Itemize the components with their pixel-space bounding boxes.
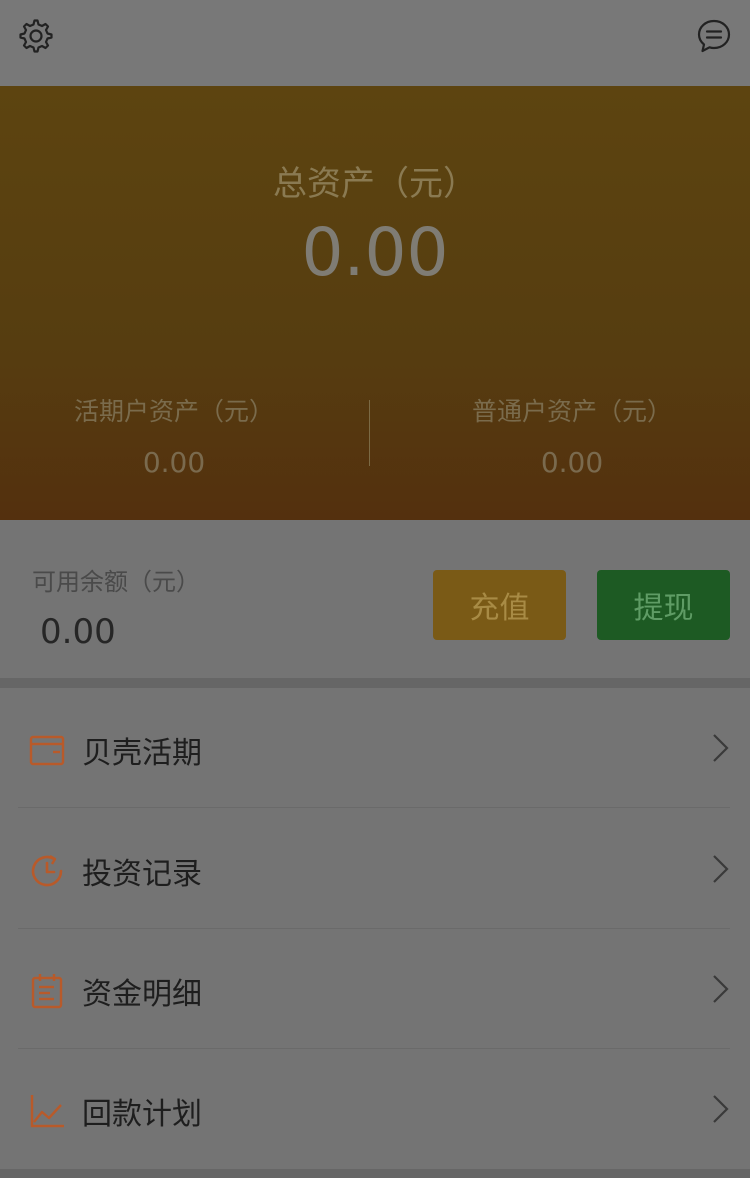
current-account-label: 活期户资产（元）: [73, 397, 274, 426]
available-balance-label: 可用余额（元）: [32, 568, 200, 596]
available-balance-section: 可用余额（元） 0.00 充值 提现: [0, 520, 750, 678]
chevron-right-icon: [713, 975, 729, 1003]
bottom-gap: [0, 1169, 750, 1178]
chevron-right-icon: [713, 1095, 729, 1123]
menu-item-label: 贝壳活期: [82, 736, 202, 771]
top-bar: [0, 0, 750, 86]
clock-refresh-icon: [31, 854, 63, 887]
gear-icon: [19, 19, 53, 53]
total-assets-value: 0.00: [301, 214, 449, 291]
total-assets-label: 总资产（元）: [273, 164, 477, 204]
message-button[interactable]: [694, 16, 734, 56]
regular-account-value: 0.00: [540, 446, 604, 479]
line-chart-icon: [30, 1095, 64, 1128]
settings-button[interactable]: [16, 16, 56, 56]
chevron-right-icon: [713, 855, 729, 883]
available-balance-value: 0.00: [40, 612, 116, 652]
menu-item-label: 投资记录: [82, 857, 202, 892]
wallet-icon: [29, 735, 65, 766]
current-account-value: 0.00: [142, 446, 206, 479]
menu-item-label: 回款计划: [82, 1097, 202, 1132]
regular-account-label: 普通户资产（元）: [471, 397, 672, 426]
regular-account-assets: 普通户资产（元） 0.00: [422, 392, 722, 479]
menu-list: 贝壳活期 投资记录 资金明细 回款计划: [0, 688, 750, 1169]
asset-summary-panel: 总资产（元） 0.00 活期户资产（元） 0.00 普通户资产（元） 0.00: [0, 86, 750, 520]
menu-item-repayment-plan[interactable]: 回款计划: [0, 1049, 750, 1169]
section-gap: [0, 678, 750, 688]
menu-item-label: 资金明细: [82, 977, 202, 1012]
withdraw-button[interactable]: 提现: [597, 570, 730, 640]
chevron-right-icon: [713, 734, 729, 762]
menu-item-fund-details[interactable]: 资金明细: [0, 929, 750, 1049]
divider: [369, 400, 370, 466]
clipboard-list-icon: [31, 974, 63, 1009]
divider: [18, 807, 730, 808]
chat-bubble-icon: [697, 19, 731, 53]
recharge-button[interactable]: 充值: [433, 570, 566, 640]
menu-item-beike-current[interactable]: 贝壳活期: [0, 688, 750, 808]
menu-item-investment-records[interactable]: 投资记录: [0, 809, 750, 929]
current-account-assets: 活期户资产（元） 0.00: [24, 392, 324, 479]
